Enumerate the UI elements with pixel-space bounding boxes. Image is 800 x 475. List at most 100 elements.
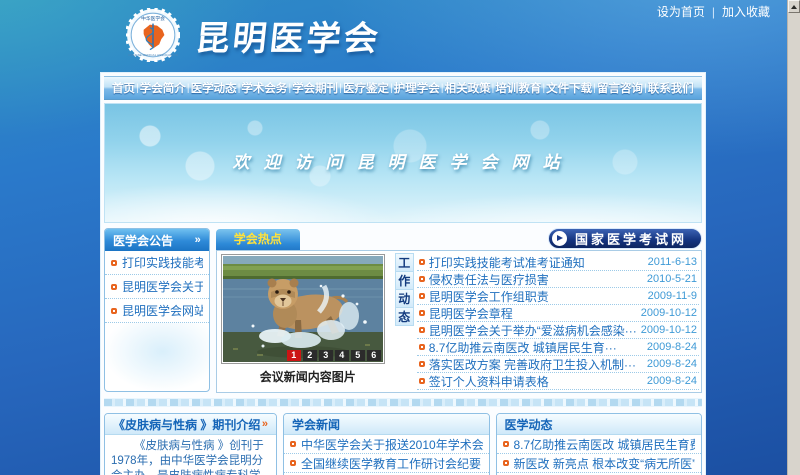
browser-scrollbar[interactable] <box>787 0 800 475</box>
announcement-title: 昆明医学会关于举办“爱滋病机会感··· <box>122 278 203 295</box>
play-icon <box>552 231 567 246</box>
vertical-label-char: 作 <box>395 271 414 290</box>
nav-item-home[interactable]: 首页 <box>112 80 135 96</box>
medical-news-item[interactable]: 新医改 新亮点 根本改变“病无所医” <box>497 454 702 473</box>
nav-item-academic-affairs[interactable]: 学术会务 <box>241 80 287 96</box>
announcement-item[interactable]: 昆明医学会网站开通 <box>105 299 209 323</box>
announcements-empty-area <box>105 323 209 391</box>
orange-bullet-icon <box>419 344 425 350</box>
nav-item-about[interactable]: 学会简介 <box>140 80 186 96</box>
nav-item-nursing[interactable]: 护理学会 <box>394 80 440 96</box>
vertical-label-char: 态 <box>395 307 414 326</box>
nav-item-appraisal[interactable]: 医疗鉴定 <box>343 80 389 96</box>
decorative-divider <box>104 398 702 407</box>
nav-item-messages[interactable]: 留言咨询 <box>597 80 643 96</box>
nav-item-policies[interactable]: 相关政策 <box>445 80 491 96</box>
society-news-item[interactable]: 全国继续医学教育工作研讨会纪要 <box>284 454 489 473</box>
orange-bullet-icon <box>419 276 425 282</box>
more-icon[interactable]: » <box>195 234 201 246</box>
nav-item-contact[interactable]: 联系我们 <box>648 80 694 96</box>
news-title: 昆明医学会关于举办“爱滋病机会感染··· <box>429 322 637 339</box>
news-date: 2011-6-13 <box>648 256 697 268</box>
news-date: 2009-8-24 <box>647 375 697 387</box>
news-item[interactable]: 打印实践技能考试准考证通知 2011-6-13 <box>417 254 699 271</box>
nav-item-downloads[interactable]: 文件下载 <box>546 80 592 96</box>
nav-item-training[interactable]: 培训教育 <box>495 80 541 96</box>
news-item[interactable]: 落实医改方案 完善政府卫生投入机制··· 2009-8-24 <box>417 356 699 373</box>
news-title: 侵权责任法与医疗损害 <box>429 271 643 288</box>
news-title: 全国继续医学教育工作研讨会纪要 <box>301 455 483 472</box>
news-date: 2009-10-12 <box>641 307 697 319</box>
news-item[interactable]: 昆明医学会关于举办“爱滋病机会感染··· 2009-10-12 <box>417 322 699 339</box>
announcement-title: 打印实践技能考试准考证通知 <box>122 254 203 271</box>
page-button-2[interactable]: 2 <box>303 350 317 361</box>
news-date: 2010-5-21 <box>647 273 697 285</box>
nav-separator: | <box>441 83 444 94</box>
news-title: 昆明医学会章程 <box>429 305 637 322</box>
orange-bullet-icon <box>111 260 117 266</box>
nav-item-journal[interactable]: 学会期刊 <box>292 80 338 96</box>
announcement-item[interactable]: 打印实践技能考试准考证通知 <box>105 251 209 275</box>
site-title: 昆明医学会 <box>193 11 383 60</box>
medical-news-title: 医学动态 <box>505 416 553 433</box>
news-item[interactable]: 昆明医学会工作组职责 2009-11-9 <box>417 288 699 305</box>
bottom-row: 《皮肤病与性病 》期刊介绍 » 《皮肤病与性病 》创刊于1978年，由中华医学会… <box>104 413 702 475</box>
page-button-1[interactable]: 1 <box>287 350 301 361</box>
work-news-list: 打印实践技能考试准考证通知 2011-6-13 侵权责任法与医疗损害 2010-… <box>417 254 699 390</box>
nav-separator: | <box>187 83 190 94</box>
announcement-title: 昆明医学会网站开通 <box>122 302 203 319</box>
photo-caption: 会议新闻内容图片 <box>221 368 395 385</box>
news-item[interactable]: 昆明医学会章程 2009-10-12 <box>417 305 699 322</box>
logo-ring-text: 中华医学会 <box>141 15 165 22</box>
news-date: 2009-10-12 <box>641 324 697 336</box>
association-logo-icon: 中华医学会 CHINESE MEDICAL ASSOCIATION <box>126 8 180 62</box>
announcement-item[interactable]: 昆明医学会关于举办“爱滋病机会感··· <box>105 275 209 299</box>
scroll-up-button[interactable] <box>788 0 800 13</box>
news-title: 8.7亿助推云南医改 城镇居民生育费纳入医保 <box>514 436 696 453</box>
nav-separator: | <box>492 83 495 94</box>
hotspot-tab-row: 学会热点 国家医学考试网 <box>216 228 702 250</box>
medical-news-item[interactable]: 8.7亿助推云南医改 城镇居民生育费纳入医保 <box>497 435 702 454</box>
photo-pagination: 1 2 3 4 5 6 <box>287 350 381 361</box>
nav-separator: | <box>339 83 342 94</box>
society-news-item[interactable]: 中华医学会关于报送2010年学术会议计划··· <box>284 435 489 454</box>
vertical-label-char: 工 <box>395 253 414 272</box>
add-favorite-link[interactable]: 加入收藏 <box>722 3 770 20</box>
exam-site-label: 国家医学考试网 <box>575 229 687 248</box>
page-button-5[interactable]: 5 <box>351 350 365 361</box>
orange-bullet-icon <box>111 308 117 314</box>
medical-news-panel: 医学动态 8.7亿助推云南医改 城镇居民生育费纳入医保 新医改 新亮点 根本改变… <box>496 413 703 475</box>
hotspot-panel: 学会热点 国家医学考试网 <box>216 228 702 392</box>
news-title: 8.7亿助推云南医改 城镇居民生育··· <box>429 339 643 356</box>
news-item[interactable]: 签订个人资料申请表格 2009-8-24 <box>417 373 699 390</box>
news-item[interactable]: 8.7亿助推云南医改 城镇居民生育··· 2009-8-24 <box>417 339 699 356</box>
orange-bullet-icon <box>290 441 296 447</box>
news-title: 中华医学会关于报送2010年学术会议计划··· <box>301 436 483 453</box>
news-photo[interactable]: 1 2 3 4 5 6 <box>221 254 385 364</box>
nav-separator: | <box>593 83 596 94</box>
orange-bullet-icon <box>419 361 425 367</box>
up-arrow-icon <box>791 5 797 9</box>
news-item[interactable]: 侵权责任法与医疗损害 2010-5-21 <box>417 271 699 288</box>
page-background: 设为首页 | 加入收藏 中华医学会 CHINESE MEDICAL ASSOCI… <box>0 0 800 475</box>
nav-separator: | <box>644 83 647 94</box>
svg-text:CHINESE MEDICAL ASSOCIATION: CHINESE MEDICAL ASSOCIATION <box>128 53 178 57</box>
page-button-3[interactable]: 3 <box>319 350 333 361</box>
set-home-link[interactable]: 设为首页 <box>657 3 705 20</box>
journal-title: 《皮肤病与性病 》期刊介绍 <box>113 416 260 433</box>
page-button-6[interactable]: 6 <box>367 350 381 361</box>
national-exam-site-button[interactable]: 国家医学考试网 <box>548 228 702 249</box>
society-news-panel: 学会新闻 中华医学会关于报送2010年学术会议计划··· 全国继续医学教育工作研… <box>283 413 490 475</box>
orange-bullet-icon <box>419 378 425 384</box>
welcome-text: 欢迎访问昆明医学会网站 <box>105 148 701 173</box>
tab-society-hotspot[interactable]: 学会热点 <box>216 229 300 250</box>
topbar-separator: | <box>712 5 715 19</box>
news-date: 2009-8-24 <box>647 358 697 370</box>
more-icon[interactable]: » <box>262 418 268 430</box>
main-nav: 首页 | 学会简介 | 医学动态 | 学术会务 | 学会期刊 | 医疗鉴定 | … <box>104 76 702 100</box>
orange-bullet-icon <box>419 259 425 265</box>
news-title: 签订个人资料申请表格 <box>429 373 643 390</box>
nav-item-medical-trends[interactable]: 医学动态 <box>191 80 237 96</box>
nav-separator: | <box>390 83 393 94</box>
page-button-4[interactable]: 4 <box>335 350 349 361</box>
